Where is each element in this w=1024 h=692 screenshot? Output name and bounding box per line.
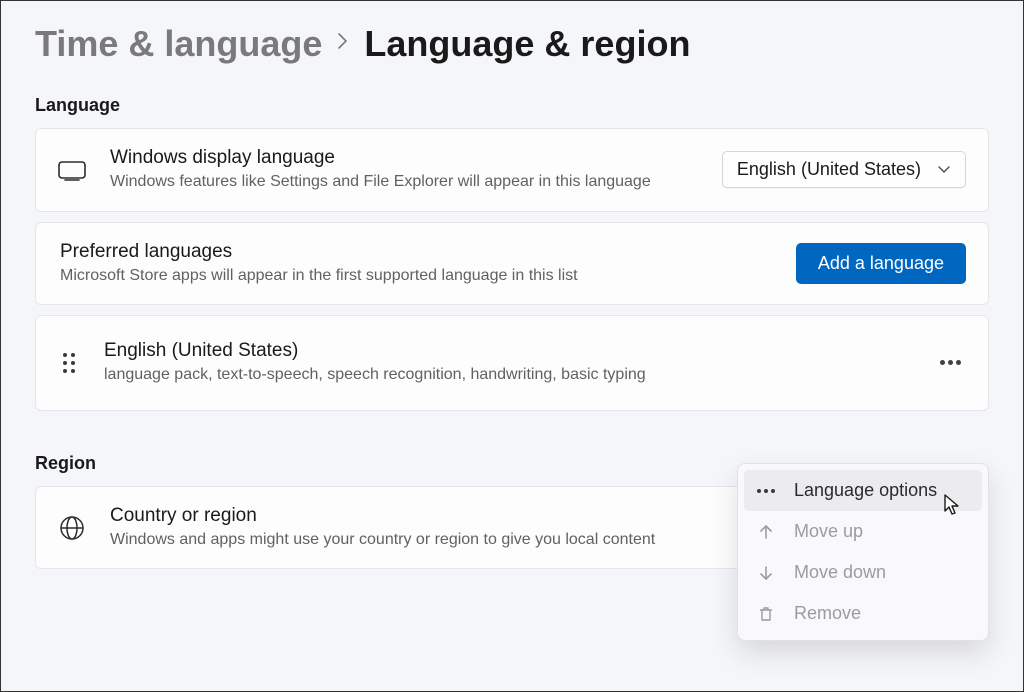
context-menu: Language options Move up Move down Remov… xyxy=(737,463,989,641)
more-options-button[interactable] xyxy=(934,347,966,379)
arrow-down-icon xyxy=(756,563,776,583)
breadcrumb: Time & language Language & region xyxy=(35,23,989,65)
section-header-language: Language xyxy=(35,95,989,116)
chevron-right-icon xyxy=(336,30,350,58)
arrow-up-icon xyxy=(756,522,776,542)
menu-item-label: Remove xyxy=(794,603,861,624)
page-title: Language & region xyxy=(364,23,690,65)
preferred-languages-subtitle: Microsoft Store apps will appear in the … xyxy=(60,265,772,287)
menu-item-label: Move up xyxy=(794,521,863,542)
globe-icon xyxy=(58,514,86,542)
display-language-title: Windows display language xyxy=(110,147,698,169)
breadcrumb-parent[interactable]: Time & language xyxy=(35,23,322,65)
add-language-button[interactable]: Add a language xyxy=(796,243,966,284)
menu-item-label: Move down xyxy=(794,562,886,583)
drag-handle-icon[interactable] xyxy=(58,352,80,374)
more-horizontal-icon xyxy=(940,360,961,365)
menu-item-remove[interactable]: Remove xyxy=(744,593,982,634)
language-item-features: language pack, text-to-speech, speech re… xyxy=(104,364,910,386)
preferred-languages-title: Preferred languages xyxy=(60,241,772,263)
menu-item-language-options[interactable]: Language options xyxy=(744,470,982,511)
display-language-dropdown[interactable]: English (United States) xyxy=(722,151,966,188)
language-item-row: English (United States) language pack, t… xyxy=(35,315,989,411)
language-item-name: English (United States) xyxy=(104,340,910,362)
chevron-down-icon xyxy=(937,159,951,180)
display-language-subtitle: Windows features like Settings and File … xyxy=(110,171,698,193)
trash-icon xyxy=(756,604,776,624)
preferred-languages-card: Preferred languages Microsoft Store apps… xyxy=(35,222,989,306)
display-language-value: English (United States) xyxy=(737,159,921,180)
menu-item-move-up[interactable]: Move up xyxy=(744,511,982,552)
more-horizontal-icon xyxy=(756,481,776,501)
display-language-card: Windows display language Windows feature… xyxy=(35,128,989,212)
monitor-icon xyxy=(58,156,86,184)
menu-item-move-down[interactable]: Move down xyxy=(744,552,982,593)
menu-item-label: Language options xyxy=(794,480,937,501)
